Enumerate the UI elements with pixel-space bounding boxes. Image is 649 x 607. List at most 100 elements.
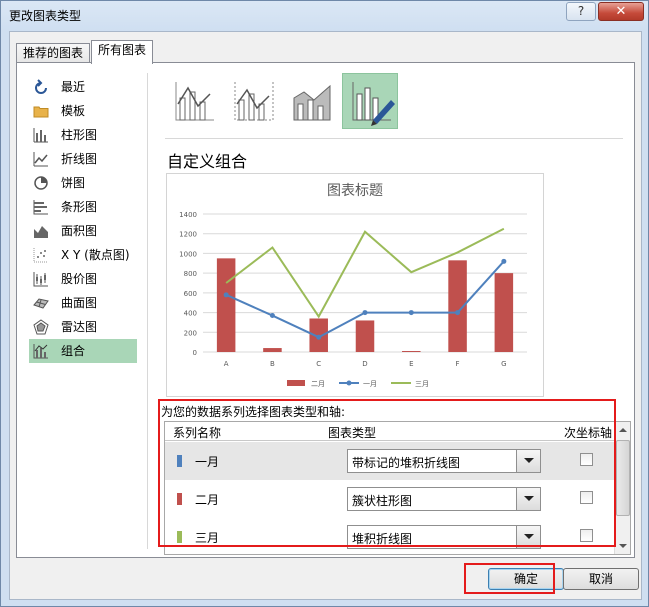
combo-chart-icon <box>33 343 49 359</box>
dialog-title: 更改图表类型 <box>9 9 82 23</box>
stock-chart-icon <box>33 271 49 287</box>
folder-icon <box>33 103 49 119</box>
custom-combo-button[interactable] <box>342 73 398 129</box>
scroll-up-icon[interactable] <box>615 422 630 438</box>
line-chart-icon <box>33 151 49 167</box>
tab-all-charts[interactable]: 所有图表 <box>91 40 154 64</box>
pie-chart-icon <box>33 175 49 191</box>
all-charts-panel: 最近 模板 柱形图 折线图 饼图 条形图 面积图 X Y (散点图) 股价图 曲… <box>16 62 635 558</box>
scroll-down-icon[interactable] <box>615 538 630 554</box>
y-tick-label: 600 <box>184 290 197 298</box>
change-chart-type-dialog: 更改图表类型 ? ✕ 推荐的图表 所有图表 最近 模板 柱形图 折线图 饼图 条… <box>0 0 649 607</box>
bar-二月-D <box>355 320 375 352</box>
svg-text:二月: 二月 <box>311 380 325 388</box>
x-tick-label: A <box>224 360 229 368</box>
highlight-box <box>464 563 555 594</box>
marker-一月-E <box>408 310 414 316</box>
close-button[interactable]: ✕ <box>598 2 644 21</box>
combo-clustered-line-secondary-button[interactable] <box>224 73 280 129</box>
sidebar-item-label: 柱形图 <box>61 128 98 142</box>
sidebar-item-radar[interactable]: 雷达图 <box>29 315 137 339</box>
sidebar-item-label: 组合 <box>61 344 86 358</box>
radar-chart-icon <box>33 319 49 335</box>
chart-category-list: 最近 模板 柱形图 折线图 饼图 条形图 面积图 X Y (散点图) 股价图 曲… <box>29 75 137 363</box>
x-tick-label: D <box>362 360 367 368</box>
bar-二月-E <box>402 351 421 352</box>
bar-二月-A <box>216 258 236 352</box>
sidebar-item-surface[interactable]: 曲面图 <box>29 291 137 315</box>
legend-entry-三月: 三月 <box>391 380 429 388</box>
sidebar-item-combo[interactable]: 组合 <box>29 339 137 363</box>
sidebar-item-label: X Y (散点图) <box>61 248 130 262</box>
bar-chart-icon <box>33 199 49 215</box>
sidebar-item-label: 曲面图 <box>61 296 98 310</box>
sidebar-item-label: 模板 <box>61 104 86 118</box>
x-tick-label: G <box>501 360 506 368</box>
marker-一月-C <box>316 334 322 340</box>
tab-recommended-charts[interactable]: 推荐的图表 <box>16 43 91 63</box>
chart-title: 图表标题 <box>327 183 383 199</box>
sidebar-item-label: 折线图 <box>61 152 98 166</box>
y-tick-label: 800 <box>184 270 197 278</box>
cancel-button[interactable]: 取消 <box>563 568 639 590</box>
divider <box>165 138 623 139</box>
sidebar-item-label: 最近 <box>61 80 86 94</box>
sidebar-item-bar[interactable]: 条形图 <box>29 195 137 219</box>
column-chart-icon <box>33 127 49 143</box>
series-scrollbar[interactable] <box>614 422 630 554</box>
sidebar-item-label: 饼图 <box>61 176 86 190</box>
custom-combo-heading: 自定义组合 <box>167 152 248 171</box>
help-button[interactable]: ? <box>566 2 596 21</box>
marker-一月-A <box>223 292 229 298</box>
y-tick-label: 400 <box>184 310 197 318</box>
marker-一月-F <box>455 310 461 316</box>
highlight-box <box>158 399 616 547</box>
sidebar-item-scatter[interactable]: X Y (散点图) <box>29 243 137 267</box>
sidebar-item-label: 面积图 <box>61 224 98 238</box>
combo-stacked-area-icon <box>293 84 331 121</box>
svg-text:三月: 三月 <box>415 380 429 388</box>
sidebar-item-line[interactable]: 折线图 <box>29 147 137 171</box>
sidebar-item-pie[interactable]: 饼图 <box>29 171 137 195</box>
chart-preview: 图表标题 0 200 400 600 800 1000 1200 1400 A B C D E F G 二月… <box>166 173 544 397</box>
sidebar-item-stock[interactable]: 股价图 <box>29 267 137 291</box>
dialog-body: 推荐的图表 所有图表 最近 模板 柱形图 折线图 饼图 条形图 面积图 X Y … <box>9 31 642 600</box>
combo-stacked-area-button[interactable] <box>283 73 339 129</box>
x-tick-label: F <box>456 360 460 368</box>
y-tick-label: 1000 <box>179 250 197 258</box>
marker-一月-B <box>269 313 275 319</box>
legend-entry-二月: 二月 <box>287 380 325 388</box>
combo-clustered-line-icon <box>175 82 214 121</box>
y-tick-label: 0 <box>193 349 197 357</box>
marker-一月-D <box>362 310 368 316</box>
recent-icon <box>33 79 49 95</box>
sidebar-item-label: 条形图 <box>61 200 98 214</box>
divider <box>147 73 148 549</box>
sidebar-item-templates[interactable]: 模板 <box>29 99 137 123</box>
title-bar: 更改图表类型 ? ✕ <box>1 1 648 29</box>
bar-二月-G <box>494 273 514 352</box>
y-tick-label: 1400 <box>179 211 197 219</box>
sidebar-item-column[interactable]: 柱形图 <box>29 123 137 147</box>
sidebar-item-recent[interactable]: 最近 <box>29 75 137 99</box>
scroll-thumb[interactable] <box>616 440 630 516</box>
sidebar-item-label: 雷达图 <box>61 320 98 334</box>
combo-chart: 图表标题 0 200 400 600 800 1000 1200 1400 A B C D E F G 二月… <box>179 183 527 388</box>
bar-二月-B <box>263 348 282 352</box>
combo-clustered-column-line-button[interactable] <box>165 73 221 129</box>
x-tick-label: E <box>409 360 413 368</box>
marker-一月-G <box>501 258 507 264</box>
svg-text:一月: 一月 <box>363 380 377 388</box>
custom-combo-icon <box>352 82 395 126</box>
sidebar-item-label: 股价图 <box>61 272 98 286</box>
sidebar-item-area[interactable]: 面积图 <box>29 219 137 243</box>
combo-clustered-line-secondary-icon <box>234 82 274 121</box>
y-tick-label: 1200 <box>179 231 197 239</box>
legend-entry-一月: 一月 <box>339 380 377 388</box>
area-chart-icon <box>33 223 49 239</box>
y-tick-label: 200 <box>184 329 197 337</box>
scatter-chart-icon <box>33 247 49 263</box>
x-tick-label: C <box>316 360 321 368</box>
surface-chart-icon <box>33 295 49 311</box>
x-tick-label: B <box>270 360 275 368</box>
